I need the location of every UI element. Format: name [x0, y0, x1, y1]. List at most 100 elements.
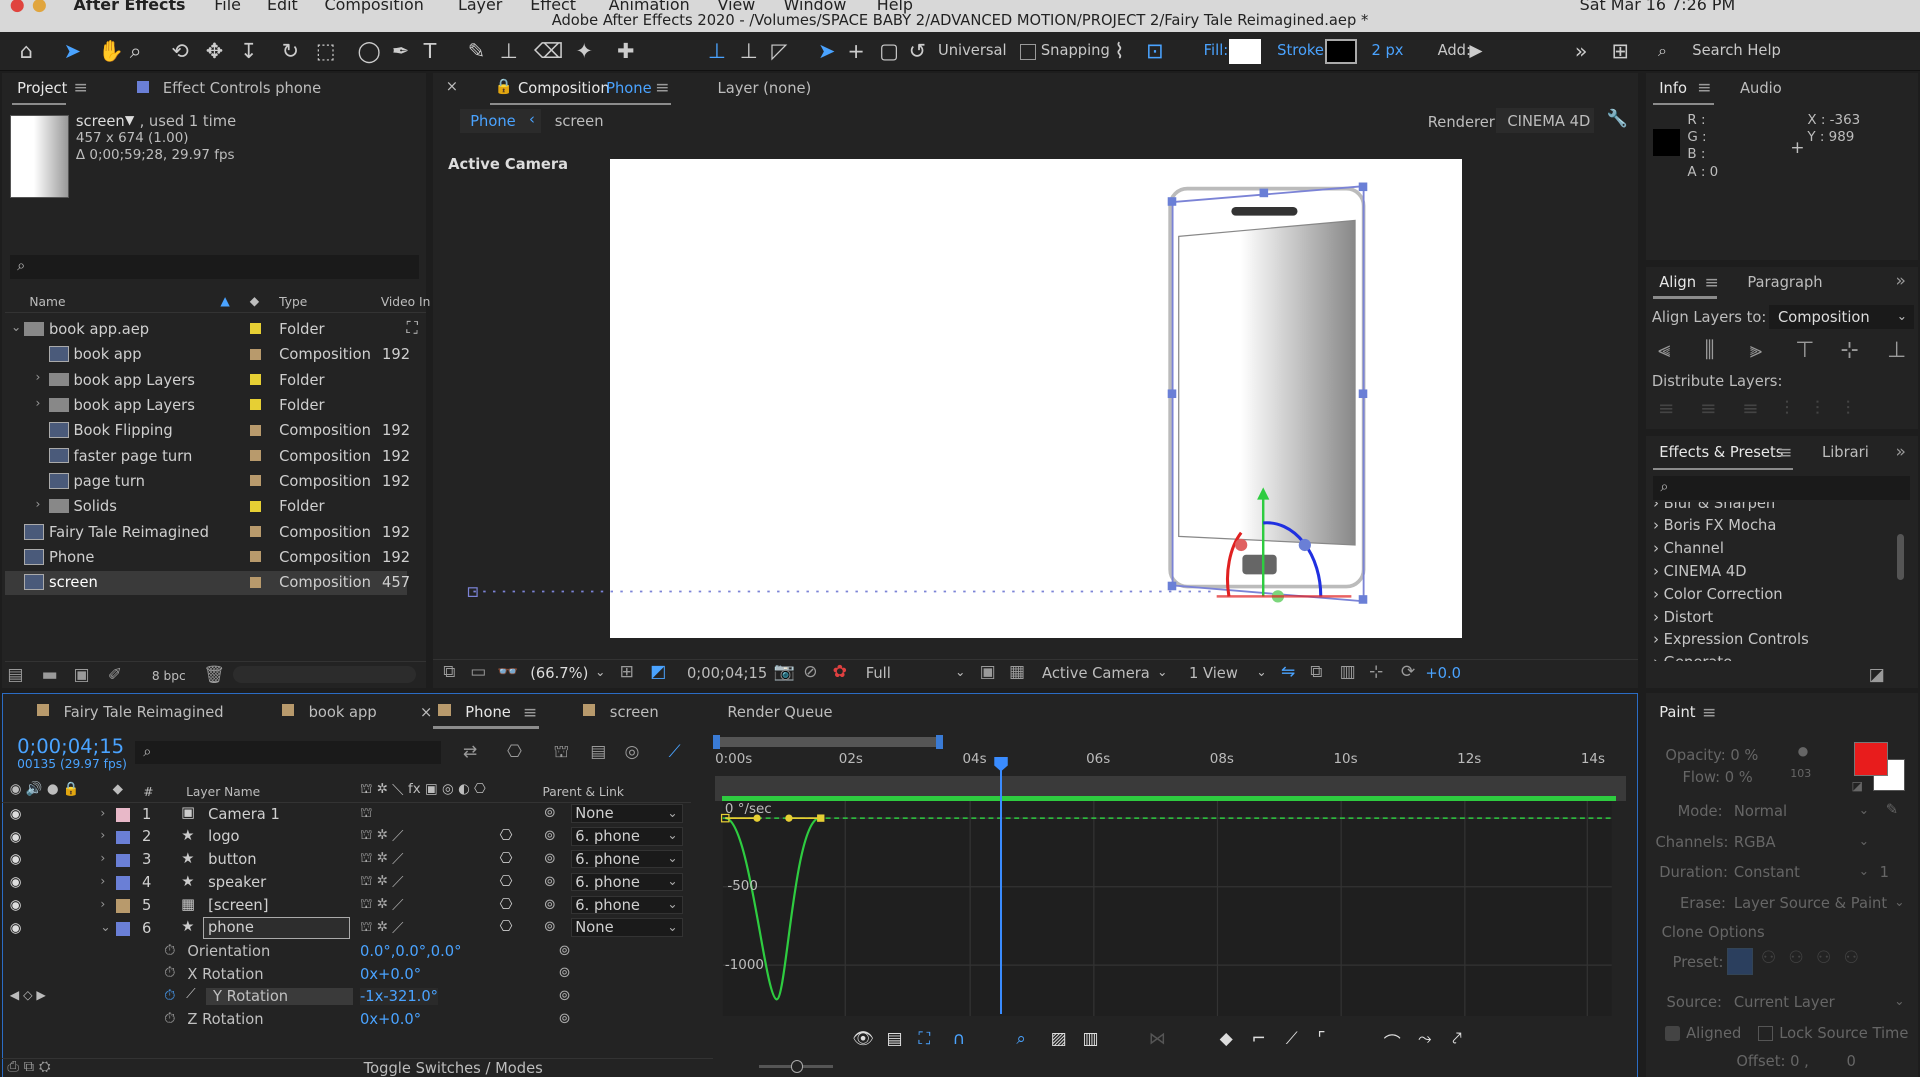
layer-label-swatch[interactable]	[116, 922, 130, 936]
pick-whip-icon[interactable]: ⊚	[544, 873, 556, 890]
resolution-dropdown-icon[interactable]: ⌄	[955, 665, 965, 679]
reset-exposure-icon[interactable]: ⟳	[1401, 662, 1415, 682]
layer-label-swatch[interactable]	[116, 808, 130, 822]
label-color-swatch[interactable]	[249, 551, 261, 563]
effects-category[interactable]: › Expression Controls	[1653, 631, 1809, 648]
universal-label[interactable]: Universal	[938, 42, 1007, 59]
mask-visibility-icon[interactable]: 👓	[497, 662, 518, 682]
snapshot-icon[interactable]: 📷	[774, 662, 795, 682]
layer-row[interactable]: ◉ › 3 ★ button ⛫ ✲ ⟋ ⎔ ⊚ 6. phone ⌄	[0, 849, 691, 871]
project-menu-icon[interactable]: ≡	[73, 78, 87, 98]
project-item[interactable]: book app Composition 192	[5, 342, 410, 366]
pick-whip-icon[interactable]: ⊚	[544, 918, 556, 935]
dolly-tool-icon[interactable]: ↧	[240, 39, 257, 63]
visibility-eye-icon[interactable]: ◉	[10, 875, 22, 890]
shy-switch-icon[interactable]: ⛫ ✲ ⟋	[360, 920, 404, 937]
vr-icon[interactable]: ▭	[470, 662, 486, 682]
property-value[interactable]: 0x+0.0°	[360, 1011, 421, 1028]
timeline-icon[interactable]: ▥	[1340, 662, 1356, 682]
clone-stamp-tool-icon[interactable]: ⊥	[500, 39, 518, 63]
shy-layers-icon[interactable]: ⛫	[553, 742, 569, 764]
frame-blending-icon[interactable]: ▤	[590, 742, 606, 762]
work-area-end-handle[interactable]	[935, 734, 943, 750]
project-item[interactable]: › book app Layers Folder	[5, 393, 407, 417]
visibility-eye-icon[interactable]: ◉	[10, 921, 22, 936]
close-comp-icon[interactable]: ×	[446, 78, 458, 95]
paint-erase-value[interactable]: Layer Source & Paint	[1734, 895, 1887, 912]
parent-select[interactable]: 6. phone	[570, 850, 684, 869]
world-axis-icon[interactable]: ⊥	[740, 39, 758, 63]
graph-visibility-icon[interactable]: 👁	[852, 1029, 874, 1049]
easy-ease-both-icon[interactable]: ⌒	[1384, 1029, 1401, 1054]
effects-menu-icon[interactable]: ≡	[1778, 443, 1792, 463]
snap-graph-icon[interactable]: ∩	[953, 1029, 966, 1049]
layer-row[interactable]: ◉ › 2 ★ logo ⛫ ✲ ⟋ ⎔ ⊚ 6. phone ⌄	[0, 826, 691, 848]
stopwatch-icon[interactable]: ⏱	[164, 1010, 175, 1027]
3d-layer-icon[interactable]: ⎔	[500, 873, 513, 890]
snap-scale-icon[interactable]: ▢	[879, 39, 899, 63]
timeline-tab[interactable]: book app	[309, 704, 377, 721]
draft-3d-icon[interactable]: ⎔	[507, 742, 522, 762]
clone-source-value[interactable]: Current Layer	[1734, 994, 1835, 1011]
layer-label-swatch[interactable]	[116, 899, 130, 913]
snap-select-icon[interactable]: ➤	[818, 39, 835, 63]
playhead-line[interactable]	[1000, 761, 1002, 1014]
paint-erase-dropdown-icon[interactable]: ⌄	[1894, 895, 1904, 909]
project-item[interactable]: Book Flipping Composition 192	[5, 419, 410, 443]
graph-editor[interactable]	[713, 800, 1631, 1017]
parent-select[interactable]: None	[570, 804, 684, 823]
project-item[interactable]: screen Composition 457	[4, 570, 410, 596]
expand-twirl-icon[interactable]: ›	[36, 497, 41, 511]
parent-dropdown-icon[interactable]: ⌄	[667, 874, 677, 888]
effects-category[interactable]: › Generate	[1653, 654, 1732, 661]
pan-tool-icon[interactable]: ✥	[206, 39, 223, 63]
label-color-swatch[interactable]	[249, 475, 261, 487]
snap-move-icon[interactable]: +	[847, 39, 864, 63]
pick-whip-icon[interactable]: ⊚	[544, 896, 556, 913]
home-icon[interactable]: ⌂	[20, 39, 33, 63]
label-column-icon[interactable]: ◆	[250, 294, 259, 308]
zoom-slider-thumb[interactable]	[791, 1060, 804, 1073]
effects-category[interactable]: › Distort	[1653, 609, 1713, 626]
breadcrumb-phone-label[interactable]: Phone	[470, 113, 516, 130]
label-color-swatch[interactable]	[249, 576, 261, 588]
property-value[interactable]: -1x-321.0°	[360, 988, 439, 1006]
rotate-tool-icon[interactable]: ↻	[282, 39, 299, 63]
align-vcenter-icon[interactable]: ⊹	[1840, 338, 1858, 363]
fast-previews-icon[interactable]: ⧉	[1310, 662, 1322, 682]
snapping-label[interactable]: Snapping	[1041, 42, 1110, 59]
clone-presets[interactable]: ⚇⚇⚇⚇	[1761, 948, 1908, 975]
label-color-swatch[interactable]	[249, 373, 261, 385]
project-search-input[interactable]	[9, 254, 419, 280]
paint-channels-value[interactable]: RGBA	[1734, 834, 1776, 851]
local-axis-icon[interactable]: ⊥	[708, 39, 726, 63]
property-value[interactable]: 0.0°,0.0°,0.0°	[360, 943, 461, 960]
layer-name[interactable]: phone	[203, 917, 351, 939]
align-top-icon[interactable]: ⊤	[1795, 338, 1814, 363]
property-row[interactable]: ⏱ X Rotation 0x+0.0° ⊚	[0, 963, 691, 985]
effects-category[interactable]: › Boris FX Mocha	[1653, 517, 1776, 534]
motion-blur-icon[interactable]: ◎	[624, 742, 639, 762]
foreground-color-swatch[interactable]	[1853, 742, 1889, 777]
libraries-tab[interactable]: Librari	[1822, 444, 1869, 461]
expression-pickwhip-icon[interactable]: ⊚	[558, 942, 570, 959]
3d-layer-icon[interactable]: ⎔	[500, 850, 513, 867]
layer-row[interactable]: ◉ › 4 ★ speaker ⛫ ✲ ⟋ ⎔ ⊚ 6. phone ⌄	[0, 872, 691, 894]
trash-icon[interactable]: 🗑	[203, 665, 225, 685]
clone-preset-1[interactable]	[1726, 947, 1754, 975]
paint-menu-icon[interactable]: ≡	[1702, 703, 1716, 723]
align-to-dropdown-icon[interactable]: ⌄	[1897, 309, 1907, 323]
paragraph-tab[interactable]: Paragraph	[1747, 274, 1822, 291]
timeline-tab[interactable]: Phone	[465, 704, 511, 721]
layer-twirl-icon[interactable]: ›	[100, 874, 105, 888]
layer-name[interactable]: speaker	[208, 874, 266, 891]
property-value[interactable]: 0x+0.0°	[360, 966, 421, 983]
expression-pickwhip-icon[interactable]: ⊚	[558, 1010, 570, 1027]
layer-name[interactable]: [screen]	[208, 897, 268, 914]
layer-tab[interactable]: Layer (none)	[718, 80, 812, 97]
fill-swatch[interactable]	[1229, 39, 1262, 64]
align-more-icon[interactable]: »	[1896, 271, 1906, 291]
layer-twirl-icon[interactable]: ›	[100, 897, 105, 911]
col-parent[interactable]: Parent & Link	[542, 785, 624, 799]
region-of-interest-icon[interactable]: ▣	[980, 662, 996, 682]
